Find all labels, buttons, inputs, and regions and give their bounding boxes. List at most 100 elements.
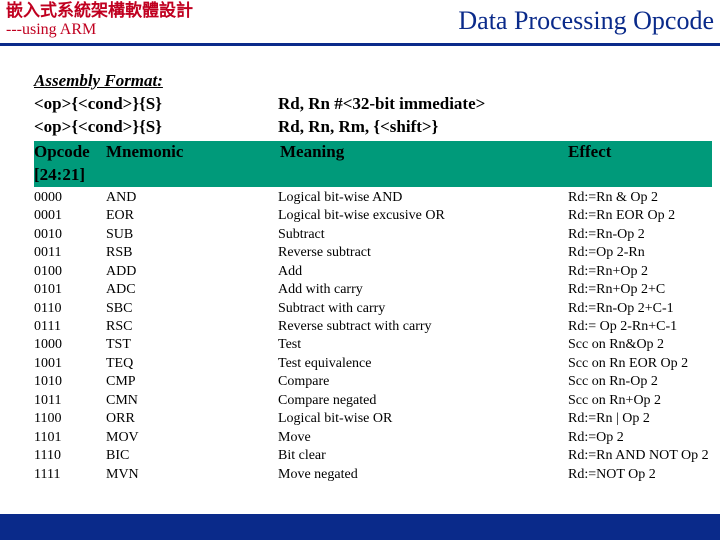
cell-meaning: Subtract with carry (278, 300, 568, 318)
cell-effect: Rd:=Rn-Op 2 (568, 226, 720, 244)
cell-mnemonic: SUB (106, 226, 278, 244)
cell-mnemonic: RSB (106, 244, 278, 262)
course-title-en: ---using ARM (6, 21, 193, 39)
format-line-2: <op>{<cond>}{S} Rd, Rn, Rm, {<shift>} (34, 116, 720, 139)
cell-meaning: Move (278, 429, 568, 447)
table-row: 1111MVNMove negatedRd:=NOT Op 2 (34, 466, 720, 484)
table-row: 1010CMPCompareScc on Rn-Op 2 (34, 373, 720, 391)
cell-opcode: 1101 (34, 429, 106, 447)
cell-effect: Scc on Rn EOR Op 2 (568, 355, 720, 373)
cell-meaning: Bit clear (278, 447, 568, 465)
table-row: 0110SBCSubtract with carryRd:=Rn-Op 2+C-… (34, 300, 720, 318)
col-mnemonic: Mnemonic (106, 142, 183, 161)
cell-opcode: 0101 (34, 281, 106, 299)
cell-mnemonic: EOR (106, 207, 278, 225)
cell-opcode: 0001 (34, 207, 106, 225)
cell-opcode: 1110 (34, 447, 106, 465)
cell-meaning: Reverse subtract (278, 244, 568, 262)
cell-effect: Rd:=Rn-Op 2+C-1 (568, 300, 720, 318)
cell-opcode: 1011 (34, 392, 106, 410)
footer-bar (0, 514, 720, 540)
cell-effect: Rd:=NOT Op 2 (568, 466, 720, 484)
cell-mnemonic: MOV (106, 429, 278, 447)
cell-mnemonic: RSC (106, 318, 278, 336)
cell-effect: Scc on Rn+Op 2 (568, 392, 720, 410)
cell-mnemonic: ORR (106, 410, 278, 428)
cell-meaning: Reverse subtract with carry (278, 318, 568, 336)
col-effect: Effect (568, 141, 712, 187)
cell-effect: Rd:=Op 2-Rn (568, 244, 720, 262)
cell-effect: Rd:= Op 2-Rn+C-1 (568, 318, 720, 336)
cell-effect: Rd:=Rn EOR Op 2 (568, 207, 720, 225)
cell-opcode: 0111 (34, 318, 106, 336)
table-row: 1100ORRLogical bit-wise ORRd:=Rn | Op 2 (34, 410, 720, 428)
format-line-1: <op>{<cond>}{S} Rd, Rn #<32-bit immediat… (34, 93, 720, 116)
table-row: 1000TSTTestScc on Rn&Op 2 (34, 336, 720, 354)
cell-effect: Rd:=Rn+Op 2+C (568, 281, 720, 299)
cell-meaning: Compare (278, 373, 568, 391)
cell-mnemonic: SBC (106, 300, 278, 318)
format-1-left: <op>{<cond>}{S} (34, 93, 278, 116)
table-row: 0000ANDLogical bit-wise ANDRd:=Rn & Op 2 (34, 189, 720, 207)
course-title-zh: 嵌入式系統架構軟體設計 (6, 2, 193, 21)
cell-opcode: 1000 (34, 336, 106, 354)
header-left: 嵌入式系統架構軟體設計 ---using ARM (6, 2, 193, 38)
opcode-table-body: 0000ANDLogical bit-wise ANDRd:=Rn & Op 2… (34, 189, 720, 485)
cell-meaning: Subtract (278, 226, 568, 244)
cell-opcode: 0011 (34, 244, 106, 262)
cell-effect: Rd:=Rn & Op 2 (568, 189, 720, 207)
cell-meaning: Logical bit-wise OR (278, 410, 568, 428)
format-2-left: <op>{<cond>}{S} (34, 116, 278, 139)
table-row: 0011RSBReverse subtractRd:=Op 2-Rn (34, 244, 720, 262)
cell-meaning: Add (278, 263, 568, 281)
table-row: 0101ADCAdd with carryRd:=Rn+Op 2+C (34, 281, 720, 299)
cell-meaning: Move negated (278, 466, 568, 484)
cell-mnemonic: MVN (106, 466, 278, 484)
cell-meaning: Logical bit-wise AND (278, 189, 568, 207)
table-row: 0111RSCReverse subtract with carryRd:= O… (34, 318, 720, 336)
cell-mnemonic: AND (106, 189, 278, 207)
cell-opcode: 0100 (34, 263, 106, 281)
format-heading: Assembly Format: (34, 70, 278, 93)
table-row: 1011CMNCompare negatedScc on Rn+Op 2 (34, 392, 720, 410)
cell-opcode: 0000 (34, 189, 106, 207)
slide-title: Data Processing Opcode (458, 2, 714, 36)
cell-effect: Rd:=Rn AND NOT Op 2 (568, 447, 720, 465)
cell-mnemonic: ADD (106, 263, 278, 281)
table-row: 0010SUBSubtractRd:=Rn-Op 2 (34, 226, 720, 244)
table-header-row: Opcode [24:21]Mnemonic Meaning Effect (34, 141, 712, 187)
cell-meaning: Test equivalence (278, 355, 568, 373)
cell-opcode: 0110 (34, 300, 106, 318)
cell-effect: Rd:=Rn+Op 2 (568, 263, 720, 281)
cell-opcode: 1001 (34, 355, 106, 373)
table-row: 0100ADDAddRd:=Rn+Op 2 (34, 263, 720, 281)
assembly-format-label: Assembly Format: (34, 70, 720, 93)
cell-mnemonic: BIC (106, 447, 278, 465)
slide-content: Assembly Format: <op>{<cond>}{S} Rd, Rn … (0, 46, 720, 484)
cell-mnemonic: CMP (106, 373, 278, 391)
cell-mnemonic: ADC (106, 281, 278, 299)
header-bar: 嵌入式系統架構軟體設計 ---using ARM Data Processing… (0, 0, 720, 46)
table-row: 0001EORLogical bit-wise excusive ORRd:=R… (34, 207, 720, 225)
cell-meaning: Add with carry (278, 281, 568, 299)
cell-opcode: 0010 (34, 226, 106, 244)
table-row: 1110BICBit clearRd:=Rn AND NOT Op 2 (34, 447, 720, 465)
cell-mnemonic: CMN (106, 392, 278, 410)
cell-effect: Scc on Rn-Op 2 (568, 373, 720, 391)
cell-mnemonic: TST (106, 336, 278, 354)
col-meaning: Meaning (278, 141, 568, 187)
format-1-right: Rd, Rn #<32-bit immediate> (278, 93, 568, 116)
cell-mnemonic: TEQ (106, 355, 278, 373)
cell-opcode: 1100 (34, 410, 106, 428)
cell-effect: Scc on Rn&Op 2 (568, 336, 720, 354)
cell-meaning: Compare negated (278, 392, 568, 410)
cell-meaning: Logical bit-wise excusive OR (278, 207, 568, 225)
col-opcode: Opcode [24:21] (34, 141, 106, 187)
cell-meaning: Test (278, 336, 568, 354)
cell-effect: Rd:=Op 2 (568, 429, 720, 447)
table-row: 1001TEQTest equivalenceScc on Rn EOR Op … (34, 355, 720, 373)
cell-effect: Rd:=Rn | Op 2 (568, 410, 720, 428)
format-2-right: Rd, Rn, Rm, {<shift>} (278, 116, 568, 139)
cell-opcode: 1111 (34, 466, 106, 484)
table-row: 1101MOVMoveRd:=Op 2 (34, 429, 720, 447)
